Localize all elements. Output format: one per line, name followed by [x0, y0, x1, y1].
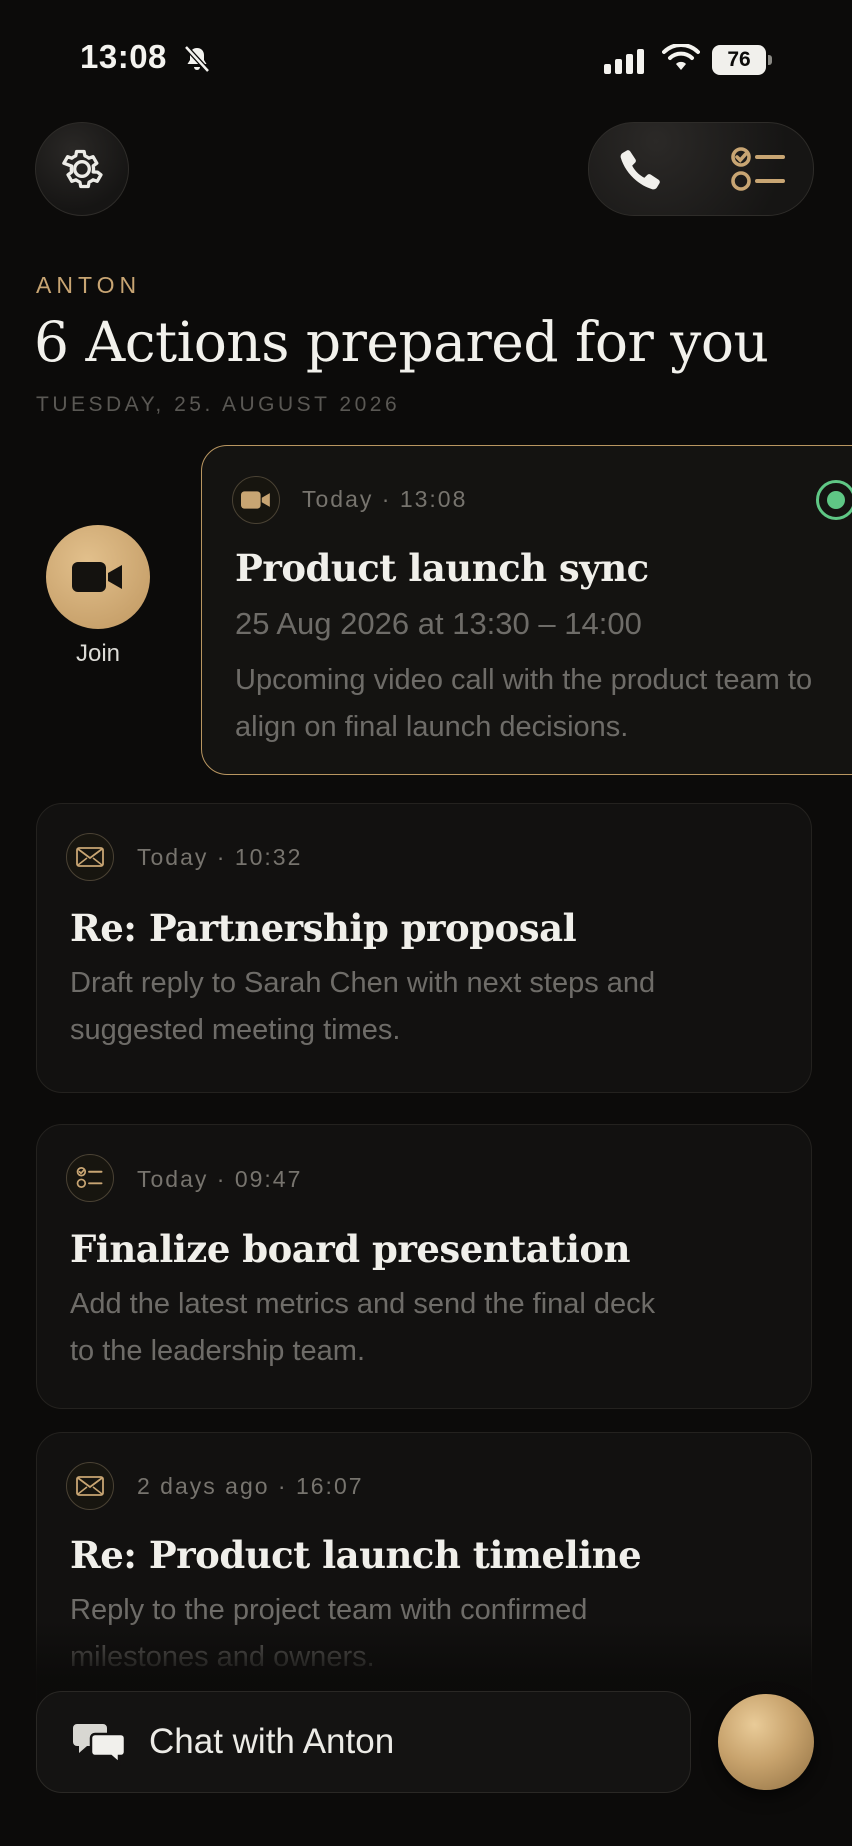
- chat-label: Chat with Anton: [149, 1722, 395, 1761]
- chat-button[interactable]: Chat with Anton: [36, 1691, 691, 1793]
- envelope-icon: [66, 833, 114, 881]
- join-button[interactable]: [46, 525, 150, 629]
- video-camera-icon: [232, 476, 280, 524]
- card-description: Upcoming video call with the product tea…: [235, 664, 813, 743]
- status-time: 13:08: [80, 38, 167, 75]
- date-label: TUESDAY, 25. AUGUST 2026: [36, 393, 401, 416]
- envelope-icon: [66, 1462, 114, 1510]
- card-meta: Today · 09:47: [137, 1166, 303, 1192]
- card-title: Finalize board presentation: [70, 1227, 630, 1271]
- card-meta: 2 days ago · 16:07: [137, 1473, 364, 1499]
- action-card-video-call[interactable]: Today · 13:08 Product launch sync 25 Aug…: [201, 445, 852, 775]
- card-description: Draft reply to Sarah Chen with next step…: [70, 967, 656, 1046]
- battery-icon: 76: [712, 45, 774, 75]
- cellular-signal-icon: [604, 49, 644, 74]
- card-meta: Today · 13:08: [302, 486, 468, 512]
- video-camera-icon: [72, 562, 122, 592]
- page-title: 6 Actions prepared for you: [34, 310, 769, 374]
- action-card-email-reply[interactable]: Today · 10:32 Re: Partnership proposal D…: [36, 803, 812, 1093]
- gear-icon: [62, 149, 103, 189]
- settings-button[interactable]: [35, 122, 129, 216]
- checklist-icon: [66, 1154, 114, 1202]
- card-title: Re: Partnership proposal: [70, 906, 577, 950]
- card-meta: Today · 10:32: [137, 844, 303, 870]
- card-title: Product launch sync: [235, 546, 649, 590]
- phone-icon[interactable]: [617, 145, 665, 193]
- wifi-icon: [662, 44, 700, 70]
- quick-actions-pill: [588, 122, 814, 216]
- bell-slash-icon: [184, 45, 210, 73]
- checklist-icon[interactable]: [731, 145, 787, 195]
- voice-assistant-orb[interactable]: [718, 1694, 814, 1790]
- join-label: Join: [75, 640, 121, 667]
- card-time-range: 25 Aug 2026 at 13:30 – 14:00: [235, 606, 642, 641]
- assistant-name: ANTON: [36, 272, 142, 298]
- card-description: Add the latest metrics and send the fina…: [70, 1288, 656, 1367]
- card-title: Re: Product launch timeline: [70, 1533, 642, 1577]
- live-status-indicator: [816, 480, 852, 520]
- chat-bubbles-icon: [73, 1724, 127, 1766]
- action-card-task[interactable]: Today · 09:47 Finalize board presentatio…: [36, 1124, 812, 1409]
- battery-level: 76: [712, 45, 766, 75]
